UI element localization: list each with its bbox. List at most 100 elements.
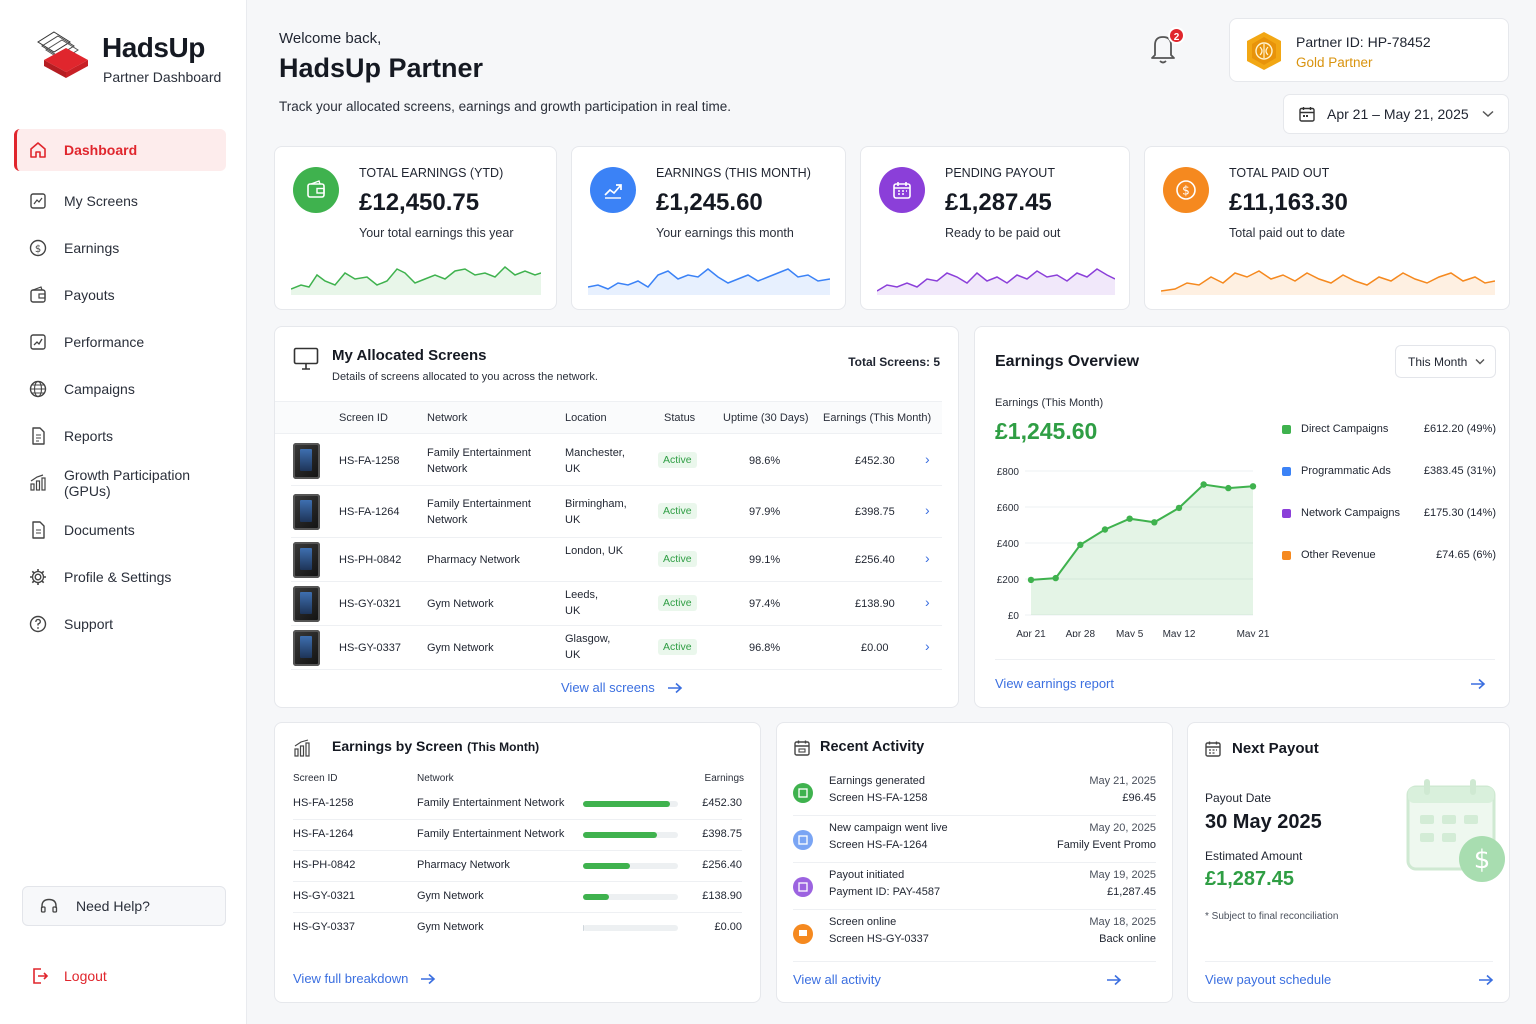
section-subtitle: Details of screens allocated to you acro…	[332, 371, 598, 383]
logout-button[interactable]: Logout	[30, 966, 107, 986]
table-row[interactable]: HS-PH-0842 Pharmacy Network London, UK A…	[291, 538, 942, 582]
need-help-button[interactable]: Need Help?	[22, 886, 226, 926]
page-subtitle: Track your allocated screens, earnings a…	[279, 99, 731, 114]
screen-network: Family Entertainment Network	[417, 797, 565, 809]
activity-detail: Payment ID: PAY-4587	[829, 886, 941, 898]
divider	[995, 659, 1495, 660]
earnings-bar-track	[583, 863, 678, 869]
chart-icon	[30, 333, 46, 350]
screen-network: Pharmacy Network	[427, 554, 520, 566]
arrow-right-icon[interactable]	[1106, 974, 1122, 986]
payout-icon	[793, 877, 813, 897]
activity-item[interactable]: Screen online Screen HS-GY-0337 May 18, …	[793, 910, 1156, 957]
list-item[interactable]: HS-FA-1264 Family Entertainment Network …	[293, 820, 742, 851]
activity-meta: £1,287.45	[1107, 886, 1156, 898]
table-row[interactable]: HS-GY-0321 Gym Network Leeds, UK Active …	[291, 582, 942, 626]
activity-item[interactable]: Earnings generated Screen HS-FA-1258 May…	[793, 769, 1156, 816]
sidebar-item-documents[interactable]: Documents	[14, 506, 226, 553]
screen-thumbnail	[293, 630, 320, 666]
screen-id: HS-GY-0321	[339, 598, 401, 610]
column-header: Network	[427, 412, 468, 424]
dollar-coin-icon: $	[1163, 167, 1209, 213]
legend-value: £612.20 (49%)	[1423, 423, 1496, 435]
arrow-right-icon[interactable]	[1470, 678, 1486, 690]
sidebar-item-profile-settings[interactable]: Profile & Settings	[14, 553, 226, 600]
gear-icon	[30, 568, 46, 585]
overview-value: £1,245.60	[995, 418, 1098, 444]
table-row[interactable]: HS-FA-1258 Family Entertainment Network …	[291, 435, 942, 486]
x-tick-label: Apr 21	[1016, 629, 1046, 637]
chevron-right-icon[interactable]: ›	[925, 502, 930, 518]
arrow-right-icon	[667, 682, 682, 693]
screen-network: Family Entertainment Network	[427, 498, 531, 526]
sidebar-item-growth-participation[interactable]: Growth Participation (GPUs)	[14, 459, 226, 506]
divider	[1205, 961, 1493, 962]
list-item[interactable]: HS-FA-1258 Family Entertainment Network …	[293, 789, 742, 820]
notification-badge: 2	[1168, 27, 1185, 44]
brand-logo[interactable]: HadsUp Partner Dashboard	[36, 28, 221, 85]
list-item[interactable]: HS-PH-0842 Pharmacy Network £256.40	[293, 851, 742, 882]
screen-id: HS-FA-1258	[339, 455, 400, 467]
sidebar-item-campaigns[interactable]: Campaigns	[14, 365, 226, 412]
screen-network: Gym Network	[427, 598, 494, 610]
y-tick-label: £0	[1008, 611, 1020, 622]
payout-amount: £1,287.45	[1205, 868, 1294, 890]
view-all-activity-link[interactable]: View all activity	[793, 972, 881, 987]
logout-label: Logout	[64, 968, 107, 984]
brand-subtitle: Partner Dashboard	[103, 69, 222, 85]
screen-uptime: 98.6%	[749, 455, 781, 467]
payout-note: * Subject to final reconciliation	[1205, 911, 1339, 922]
table-row[interactable]: HS-GY-0337 Gym Network Glasgow, UK Activ…	[291, 626, 942, 670]
sidebar-item-performance[interactable]: Performance	[14, 318, 226, 365]
stat-description: Total paid out to date	[1229, 226, 1346, 240]
link-label: View payout schedule	[1205, 972, 1332, 987]
chevron-right-icon[interactable]: ›	[925, 594, 930, 610]
sidebar-item-reports[interactable]: Reports	[14, 412, 226, 459]
chevron-right-icon[interactable]: ›	[925, 451, 930, 467]
view-all-screens-link[interactable]: View all screens	[561, 680, 683, 695]
link-label: View all screens	[561, 680, 655, 695]
sidebar-item-my-screens[interactable]: My Screens	[14, 177, 226, 224]
activity-detail: Screen HS-GY-0337	[829, 933, 929, 945]
arrow-right-icon[interactable]	[1478, 974, 1494, 986]
earnings-line-chart: £0 £200 £400 £600 £800 Apr 21 Apr 28 May 5 May 1…	[997, 467, 1270, 637]
screen-network: Gym Network	[427, 642, 494, 654]
section-title-suffix: (This Month)	[467, 740, 540, 754]
svg-text:$: $	[35, 244, 41, 255]
main-content: Welcome back, HadsUp Partner Track your …	[247, 0, 1536, 1024]
chevron-right-icon[interactable]: ›	[925, 550, 930, 566]
stat-value: £11,163.30	[1229, 189, 1348, 216]
view-payout-schedule-link[interactable]: View payout schedule	[1205, 972, 1331, 987]
screen-earnings: £398.75	[855, 506, 895, 518]
campaign-icon	[793, 830, 813, 850]
list-item[interactable]: HS-GY-0337 Gym Network £0.00	[293, 913, 742, 944]
sidebar-item-label: Payouts	[64, 286, 115, 303]
sidebar-nav: Dashboard My Screens $ Earnings Payouts …	[14, 129, 226, 647]
sidebar-item-payouts[interactable]: Payouts	[14, 271, 226, 318]
screen-thumbnail	[293, 542, 320, 578]
screen-earnings: £0.00	[714, 921, 742, 933]
partner-card[interactable]: Partner ID: HP-78452 Gold Partner	[1229, 18, 1509, 82]
data-point	[1126, 515, 1133, 522]
legend-swatch	[1282, 424, 1291, 434]
legend-value: £175.30 (14%)	[1423, 507, 1496, 519]
list-item[interactable]: HS-GY-0321 Gym Network £138.90	[293, 882, 742, 913]
sidebar-item-support[interactable]: Support	[14, 600, 226, 647]
table-row[interactable]: HS-FA-1264 Family Entertainment Network …	[291, 486, 942, 538]
date-range-picker[interactable]: Apr 21 – May 21, 2025	[1283, 94, 1509, 134]
headset-icon	[40, 898, 58, 913]
column-header: Screen ID	[339, 412, 388, 424]
view-earnings-report-link[interactable]: View earnings report	[995, 676, 1114, 691]
screen-thumbnail	[293, 443, 320, 479]
sidebar-item-dashboard[interactable]: Dashboard	[14, 129, 226, 171]
activity-item[interactable]: Payout initiated Payment ID: PAY-4587 Ma…	[793, 863, 1156, 910]
screen-uptime: 97.9%	[749, 506, 781, 518]
activity-item[interactable]: New campaign went live Screen HS-FA-1264…	[793, 816, 1156, 863]
sidebar-item-earnings[interactable]: $ Earnings	[14, 224, 226, 271]
view-full-breakdown-link[interactable]: View full breakdown	[293, 971, 436, 986]
stat-value: £12,450.75	[359, 189, 480, 216]
screen-id: HS-FA-1264	[293, 828, 354, 840]
period-select[interactable]: This Month	[1395, 345, 1496, 378]
chevron-right-icon[interactable]: ›	[925, 638, 930, 654]
stat-value: £1,287.45	[945, 189, 1052, 216]
